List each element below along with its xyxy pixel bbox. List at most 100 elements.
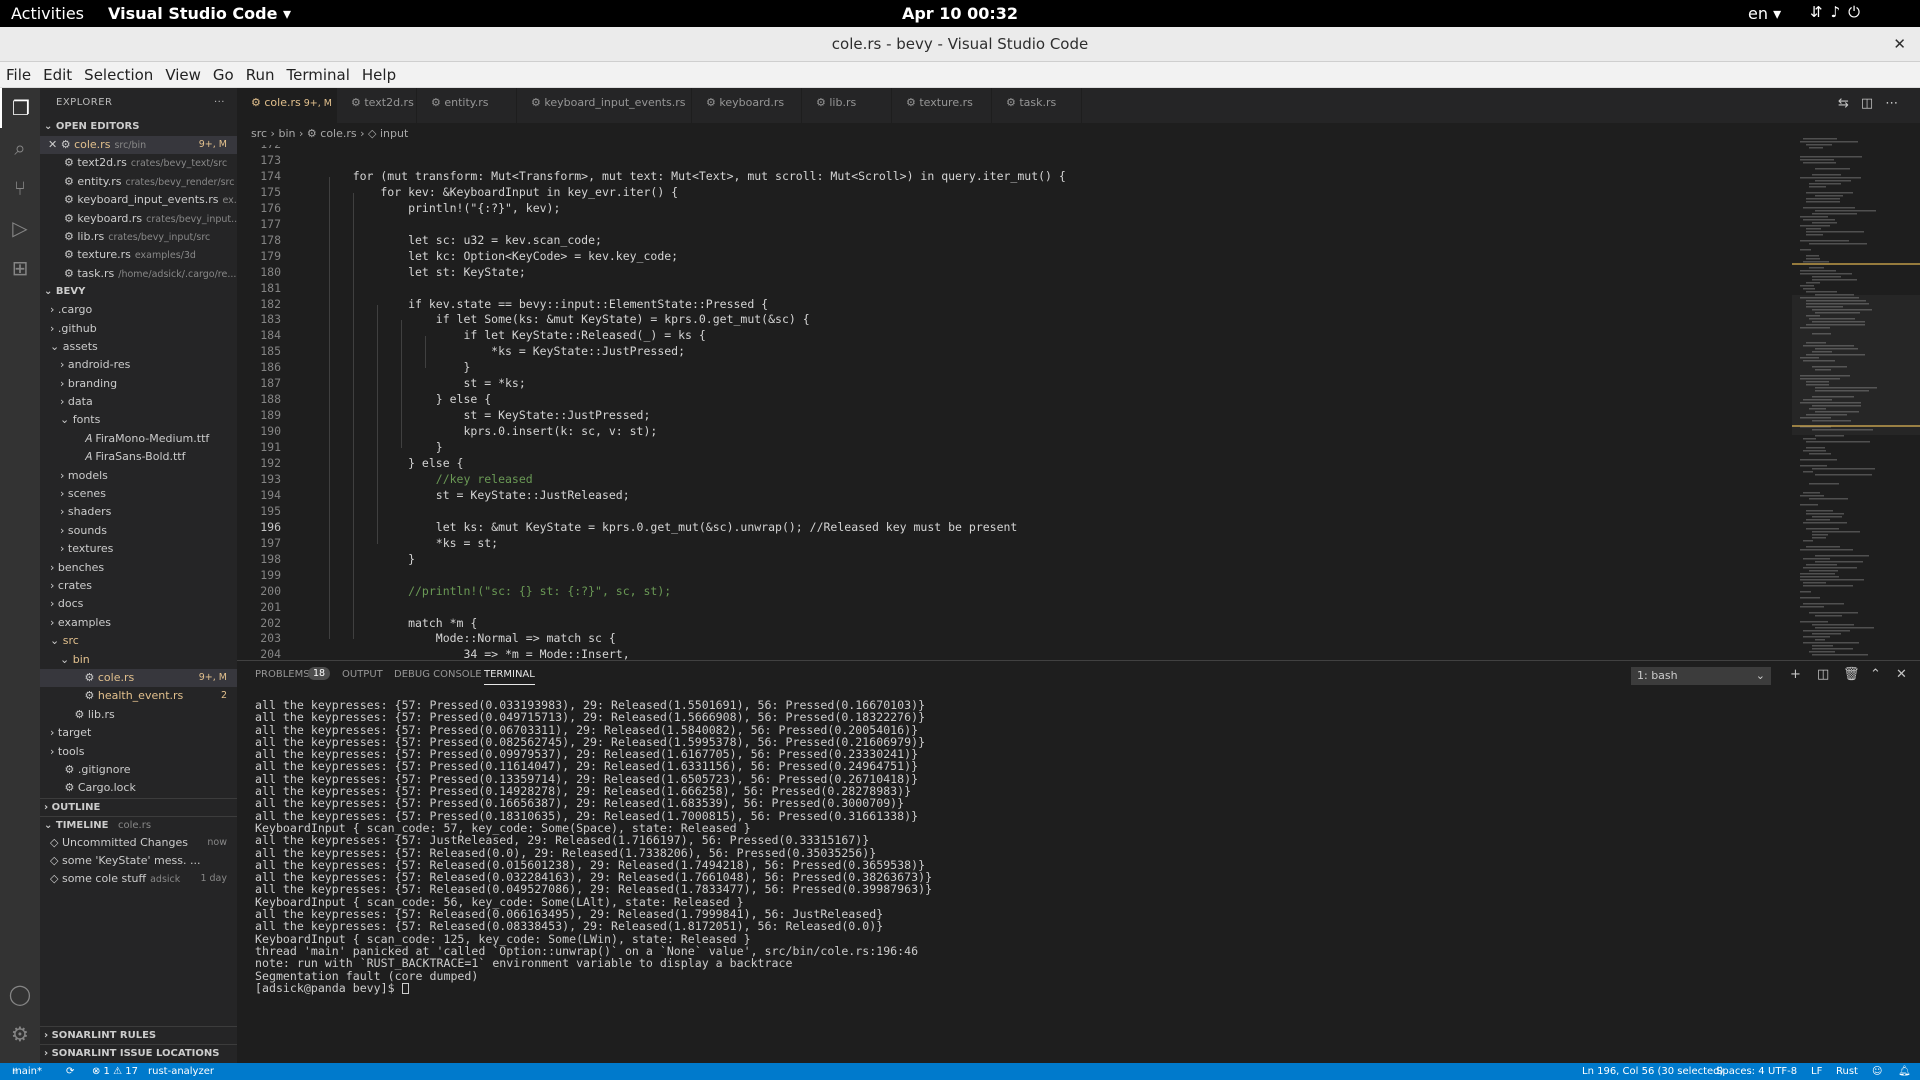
- close-window-icon[interactable]: ✕: [1893, 27, 1906, 62]
- menu-view[interactable]: View: [159, 66, 207, 84]
- editor-more-icon[interactable]: ⋯: [1885, 96, 1910, 111]
- more-actions-icon[interactable]: ···: [214, 88, 225, 118]
- open-editor-item[interactable]: ⚙ task.rs/home/adsick/.cargo/re...: [40, 265, 237, 283]
- menu-edit[interactable]: Edit: [37, 66, 78, 84]
- breadcrumb-bin[interactable]: bin: [278, 127, 295, 140]
- tree-item[interactable]: ⚙ cole.rs 9+, M: [40, 668, 237, 688]
- minimap[interactable]: [1792, 135, 1920, 660]
- editor-tab[interactable]: ⚙ task.rs: [992, 88, 1082, 123]
- tree-item[interactable]: 𝐴 FiraSans-Bold.ttf: [40, 448, 237, 466]
- tree-item[interactable]: › crates: [40, 577, 237, 595]
- tree-item[interactable]: ⚙ health_event.rs 2: [40, 687, 237, 705]
- tree-item[interactable]: › branding: [40, 375, 237, 393]
- editor-tab[interactable]: ⚙ keyboard_input_events.rs: [517, 88, 692, 123]
- editor-tab[interactable]: ⚙ texture.rs: [892, 88, 992, 123]
- extensions-icon[interactable]: ⊞: [0, 248, 40, 288]
- editor-tab[interactable]: ⚙ cole.rs9+, M ✕: [237, 88, 337, 140]
- close-editor-icon[interactable]: ✕: [48, 138, 61, 151]
- open-editors-section[interactable]: ⌄ OPEN EDITORS: [40, 118, 237, 136]
- tree-item[interactable]: › target: [40, 724, 237, 742]
- tree-item[interactable]: › scenes: [40, 485, 237, 503]
- cursor-position[interactable]: Ln 196, Col 56 (30 selected): [1582, 1063, 1723, 1080]
- rust-analyzer-status[interactable]: rust-analyzer: [148, 1063, 214, 1080]
- language-mode[interactable]: Rust: [1836, 1063, 1858, 1080]
- timeline-item[interactable]: ◇ some cole stuff adsick 1 day: [40, 870, 237, 888]
- tree-item[interactable]: › examples: [40, 614, 237, 632]
- menu-run[interactable]: Run: [240, 66, 281, 84]
- sync-icon[interactable]: ⟳: [66, 1063, 74, 1080]
- timeline-item[interactable]: ◇ Uncommitted Changes now: [40, 834, 237, 852]
- tree-item[interactable]: ⚙ Cargo.lock: [40, 779, 237, 797]
- menu-go[interactable]: Go: [207, 66, 240, 84]
- app-menu[interactable]: Visual Studio Code ▾: [108, 4, 291, 23]
- open-editor-item[interactable]: ✕ ⚙ cole.rs src/bin 9+, M: [40, 136, 237, 155]
- open-editor-item[interactable]: ⚙ entity.rs crates/bevy_render/src: [40, 173, 237, 191]
- tree-item[interactable]: › data: [40, 393, 237, 411]
- system-tray[interactable]: ⇵♪⏻: [1810, 3, 1868, 21]
- language-selector[interactable]: en ▾: [1748, 4, 1781, 23]
- manage-gear-icon[interactable]: ⚙: [0, 1014, 40, 1054]
- open-editor-item[interactable]: ⚙ text2d.rs crates/bevy_text/src: [40, 154, 237, 172]
- open-editor-item[interactable]: ⚙ keyboard.rs crates/bevy_input...: [40, 210, 237, 228]
- open-editor-item[interactable]: ⚙ texture.rs examples/3d: [40, 246, 237, 264]
- tree-item[interactable]: 𝐴 FiraMono-Medium.ttf: [40, 430, 237, 448]
- editor-tab[interactable]: ⚙ text2d.rs: [337, 88, 417, 123]
- tab-problems[interactable]: PROBLEMS: [255, 669, 310, 680]
- menu-help[interactable]: Help: [356, 66, 402, 84]
- search-icon[interactable]: ⌕: [0, 128, 40, 168]
- tree-item[interactable]: ⌄ fonts: [40, 411, 237, 429]
- open-editor-item[interactable]: ⚙ keyboard_input_events.rsex...: [40, 191, 237, 209]
- compare-icon[interactable]: ⇆: [1838, 96, 1861, 111]
- menu-file[interactable]: File: [0, 66, 37, 84]
- outline-section[interactable]: › OUTLINE: [40, 797, 237, 816]
- sonarlint-issues-section[interactable]: › SONARLINT ISSUE LOCATIONS: [40, 1044, 237, 1062]
- tab-output[interactable]: OUTPUT: [342, 669, 383, 680]
- line-ending[interactable]: LF: [1811, 1063, 1822, 1080]
- problems-status[interactable]: ⊗ 1 ⚠ 17: [92, 1063, 138, 1080]
- split-editor-icon[interactable]: ◫: [1861, 96, 1885, 111]
- tree-item[interactable]: › shaders: [40, 503, 237, 521]
- menu-terminal[interactable]: Terminal: [281, 66, 356, 84]
- kill-terminal-icon[interactable]: 🗑: [1843, 667, 1860, 682]
- open-editor-item[interactable]: ⚙ lib.rs crates/bevy_input/src: [40, 228, 237, 246]
- tree-item[interactable]: › models: [40, 467, 237, 485]
- tree-item[interactable]: ⚙ lib.rs: [40, 706, 237, 724]
- tree-item[interactable]: ⚙ .gitignore: [40, 761, 237, 779]
- new-terminal-icon[interactable]: +: [1790, 667, 1801, 682]
- tree-item[interactable]: › docs: [40, 595, 237, 613]
- tree-item[interactable]: › benches: [40, 559, 237, 577]
- tab-terminal[interactable]: TERMINAL: [484, 669, 535, 685]
- tree-item[interactable]: ⌄ assets: [40, 338, 237, 356]
- timeline-item[interactable]: ◇ some 'KeyState' mess. ...6 mins: [40, 852, 237, 870]
- breadcrumb-symbol[interactable]: input: [380, 127, 408, 140]
- editor-tab[interactable]: ⚙ lib.rs: [802, 88, 892, 123]
- tree-item[interactable]: ⌄ src: [40, 632, 237, 650]
- split-terminal-icon[interactable]: ◫: [1817, 667, 1829, 682]
- timeline-section[interactable]: ⌄ TIMELINE cole.rs: [40, 815, 237, 834]
- indentation[interactable]: Spaces: 4: [1716, 1063, 1765, 1080]
- terminal-output[interactable]: all the keypresses: {57: Pressed(0.03319…: [255, 699, 932, 994]
- tree-item[interactable]: › tools: [40, 743, 237, 761]
- account-icon[interactable]: ◯: [0, 974, 40, 1014]
- notifications-icon[interactable]: 🔔︎: [1898, 1063, 1911, 1080]
- editor-tab[interactable]: ⚙ keyboard.rs: [692, 88, 802, 123]
- feedback-icon[interactable]: ☺: [1872, 1063, 1882, 1080]
- tree-item[interactable]: › .github: [40, 320, 237, 338]
- breadcrumb-file[interactable]: cole.rs: [320, 127, 356, 140]
- terminal-shell-select[interactable]: 1: bash ⌄: [1631, 667, 1771, 685]
- encoding[interactable]: UTF-8: [1768, 1063, 1797, 1080]
- editor-tab[interactable]: ⚙ entity.rs: [417, 88, 517, 123]
- menu-selection[interactable]: Selection: [78, 66, 159, 84]
- tree-item[interactable]: ⌄ bin: [40, 651, 237, 669]
- explorer-icon[interactable]: ❐: [0, 88, 40, 128]
- tree-item[interactable]: › .cargo: [40, 301, 237, 319]
- bevy-section[interactable]: ⌄ BEVY: [40, 283, 237, 301]
- maximize-panel-icon[interactable]: ⌃: [1870, 667, 1881, 682]
- breadcrumb-src[interactable]: src: [251, 127, 267, 140]
- tree-item[interactable]: › android-res: [40, 356, 237, 374]
- activities-button[interactable]: Activities: [11, 4, 84, 23]
- tab-debug-console[interactable]: DEBUG CONSOLE: [394, 669, 482, 680]
- sonarlint-rules-section[interactable]: › SONARLINT RULES: [40, 1026, 237, 1044]
- tree-item[interactable]: › sounds: [40, 522, 237, 540]
- code-editor[interactable]: 172173174 for (mut transform: Mut<Transf…: [237, 145, 1792, 660]
